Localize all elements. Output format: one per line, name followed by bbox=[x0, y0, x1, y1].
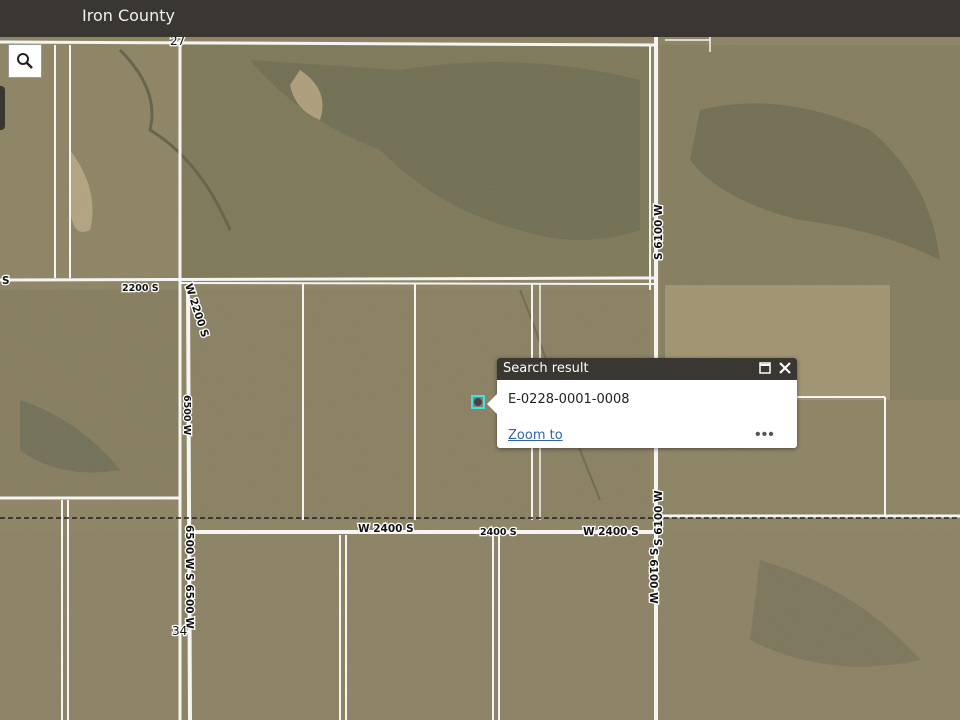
road-label: 2200 S bbox=[122, 283, 159, 294]
road-label: 6500 W bbox=[181, 395, 192, 436]
maximize-icon[interactable] bbox=[759, 362, 771, 374]
more-actions-button[interactable]: ••• bbox=[755, 426, 775, 444]
map-canvas[interactable]: 2200 S W 2200 S 6500 W W 2400 S 2400 S W… bbox=[0, 37, 960, 720]
road-label: 2400 S bbox=[480, 527, 517, 538]
road-label: S bbox=[2, 275, 10, 287]
popup-header: Search result bbox=[497, 358, 797, 380]
road-label: S 6100 W bbox=[653, 204, 665, 260]
search-button[interactable] bbox=[8, 44, 42, 78]
selected-feature-marker[interactable] bbox=[471, 395, 485, 409]
app-title: Iron County bbox=[82, 6, 175, 25]
road-label: W 2400 S bbox=[358, 523, 414, 535]
map-view[interactable]: 2200 S W 2200 S 6500 W W 2400 S 2400 S W… bbox=[0, 37, 960, 720]
popup-title: Search result bbox=[503, 361, 589, 376]
section-number: 34 bbox=[172, 624, 187, 638]
terrain-texture bbox=[0, 37, 960, 720]
feature-point bbox=[474, 398, 482, 406]
road-label: S 6100 W bbox=[653, 490, 665, 546]
section-number: 27 bbox=[170, 37, 185, 48]
road-label: W 2400 S bbox=[583, 526, 639, 538]
road-label: 6500 W S 6500 W bbox=[183, 525, 195, 629]
popup-pointer bbox=[487, 394, 497, 414]
side-panel-toggle[interactable] bbox=[0, 86, 5, 130]
result-parcel-id: E-0228-0001-0008 bbox=[508, 392, 630, 407]
road-label: S 6100 W bbox=[647, 548, 659, 604]
popup-body: E-0228-0001-0008 Zoom to ••• bbox=[497, 380, 797, 448]
zoom-to-link[interactable]: Zoom to bbox=[508, 428, 563, 443]
app-header: Iron County bbox=[0, 0, 960, 37]
search-result-popup: Search result E-0228-0001-0008 Zoom to •… bbox=[487, 358, 797, 448]
search-icon bbox=[17, 53, 33, 69]
close-icon[interactable] bbox=[777, 360, 793, 376]
